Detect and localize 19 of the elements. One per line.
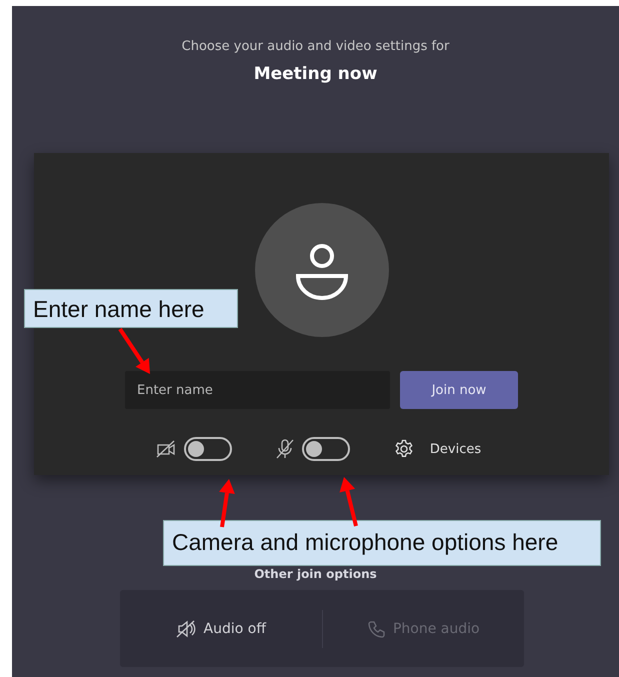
microphone-off-icon: [276, 439, 294, 459]
settings-icon: [394, 439, 414, 459]
camera-off-icon: [156, 440, 176, 458]
callout-label: Enter name here: [24, 289, 238, 328]
other-join-options-heading: Other join options: [254, 567, 377, 583]
subtitle-text: Choose your audio and video settings for: [182, 39, 450, 55]
audio-off-button[interactable]: Audio off: [120, 608, 322, 648]
annotation-arrow: [340, 477, 358, 526]
join-now-button[interactable]: Join now: [400, 371, 518, 409]
callout-label: Camera and microphone options here: [163, 520, 601, 566]
toggle-switch[interactable]: [302, 437, 350, 461]
meeting-title: Meeting now: [254, 64, 378, 86]
devices-button[interactable]: Devices: [424, 440, 488, 458]
speaker-off-icon: [176, 620, 196, 638]
annotation-arrow: [219, 479, 235, 528]
toggle-switch[interactable]: [184, 437, 232, 461]
phone-icon: [366, 620, 385, 638]
name-input-field[interactable]: Enter name: [125, 371, 390, 409]
annotation-arrow: [118, 328, 150, 374]
